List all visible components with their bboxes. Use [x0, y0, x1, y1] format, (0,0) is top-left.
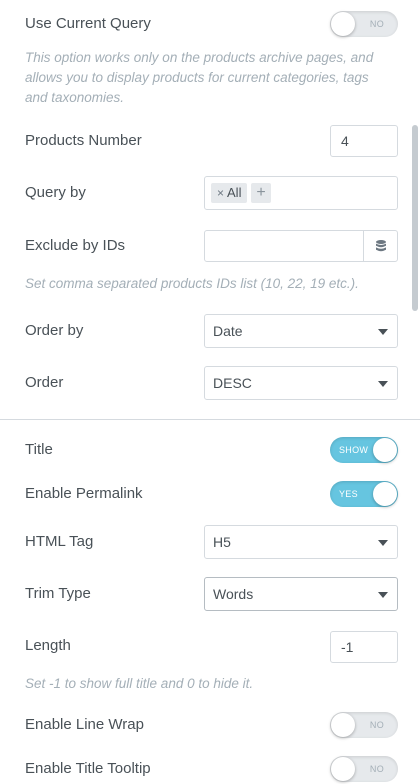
tag-remove-icon[interactable]: × [217, 186, 224, 200]
toggle-knob [331, 757, 355, 781]
use-current-query-label: Use Current Query [25, 15, 151, 32]
add-icon[interactable]: + [251, 183, 271, 203]
enable-permalink-toggle[interactable]: YES [330, 481, 398, 507]
exclude-by-ids-label: Exclude by IDs [25, 237, 126, 254]
query-by-label: Query by [25, 184, 86, 201]
toggle-text: NO [369, 19, 384, 29]
chevron-down-icon [378, 381, 388, 387]
section-divider [0, 419, 420, 420]
enable-line-wrap-toggle[interactable]: NO [330, 712, 398, 738]
enable-permalink-label: Enable Permalink [25, 485, 143, 502]
toggle-text: NO [369, 720, 384, 730]
tag-label: All [227, 185, 242, 200]
order-select[interactable]: DESC [204, 366, 398, 400]
query-by-select[interactable]: × All + [204, 176, 398, 210]
order-value: DESC [213, 375, 252, 391]
exclude-by-ids-input[interactable] [204, 230, 398, 262]
order-by-label: Order by [25, 322, 84, 339]
toggle-text: SHOW [339, 445, 369, 455]
database-icon [376, 240, 386, 252]
query-by-tag: × All [211, 183, 248, 203]
chevron-down-icon [378, 592, 388, 598]
trim-type-select[interactable]: Words [204, 577, 398, 611]
exclude-by-ids-description: Set comma separated products IDs list (1… [25, 276, 359, 291]
scrollbar[interactable] [412, 125, 418, 311]
html-tag-value: H5 [213, 534, 231, 550]
toggle-knob [331, 713, 355, 737]
order-by-select[interactable]: Date [204, 314, 398, 348]
products-number-label: Products Number [25, 132, 142, 149]
enable-title-tooltip-label: Enable Title Tooltip [25, 760, 151, 777]
toggle-knob [331, 12, 355, 36]
length-description: Set -1 to show full title and 0 to hide … [25, 676, 254, 691]
use-current-query-description: This option works only on the products a… [25, 50, 374, 105]
enable-title-tooltip-toggle[interactable]: NO [330, 756, 398, 782]
trim-type-value: Words [213, 586, 254, 602]
dynamic-tags-button[interactable] [363, 231, 397, 261]
title-label: Title [25, 441, 53, 458]
products-number-input[interactable]: 4 [330, 125, 398, 157]
use-current-query-toggle[interactable]: NO [330, 11, 398, 37]
html-tag-label: HTML Tag [25, 533, 94, 550]
length-input[interactable]: -1 [330, 631, 398, 663]
html-tag-select[interactable]: H5 [204, 525, 398, 559]
toggle-knob [373, 482, 397, 506]
order-by-value: Date [213, 323, 243, 339]
enable-line-wrap-label: Enable Line Wrap [25, 716, 144, 733]
chevron-down-icon [378, 540, 388, 546]
order-label: Order [25, 374, 64, 391]
trim-type-label: Trim Type [25, 585, 91, 602]
toggle-text: YES [339, 489, 358, 499]
toggle-knob [373, 438, 397, 462]
toggle-text: NO [369, 764, 384, 774]
length-label: Length [25, 637, 71, 654]
title-toggle[interactable]: SHOW [330, 437, 398, 463]
chevron-down-icon [378, 329, 388, 335]
